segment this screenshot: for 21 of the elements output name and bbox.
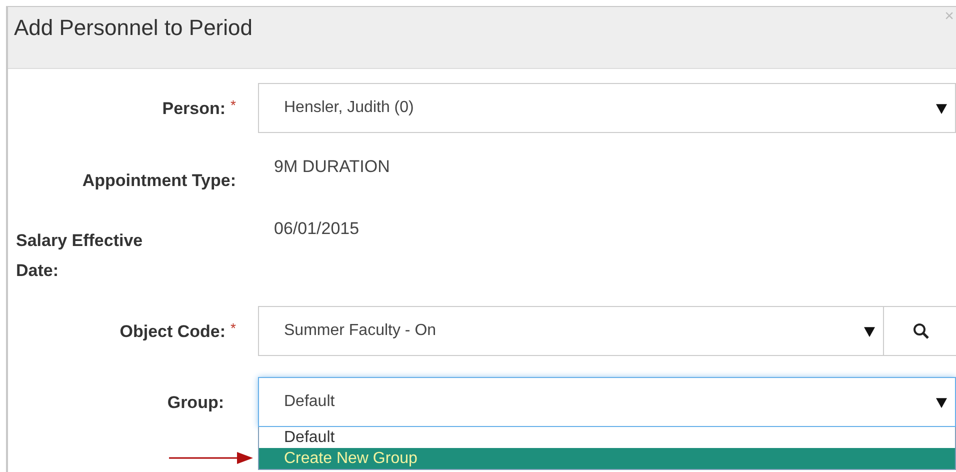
field-value: 9M DURATION <box>274 157 390 176</box>
select-value: Default <box>284 392 335 412</box>
field-label: Salary Effective Date: <box>16 230 144 282</box>
field-label: Object Code: <box>120 321 226 343</box>
caret-icon <box>936 102 947 114</box>
search-icon <box>912 323 928 339</box>
select-field[interactable]: Summer Faculty - On <box>258 306 884 356</box>
search-button[interactable] <box>884 306 956 356</box>
required-marker: * <box>230 318 236 338</box>
select-field[interactable]: Default <box>258 377 956 427</box>
select-field[interactable]: Hensler, Judith (0) <box>258 83 956 133</box>
field-value: 06/01/2015 <box>274 219 360 238</box>
select-value: Hensler, Judith (0) <box>284 98 414 118</box>
required-marker: * <box>230 96 236 114</box>
caret-icon <box>936 396 947 408</box>
dialog-title: Add Personnel to Period <box>14 14 252 42</box>
select-value: Summer Faculty - On <box>284 321 436 341</box>
field-label: Person: <box>162 98 226 120</box>
caret-icon <box>864 326 875 336</box>
field-label: Group: <box>167 392 224 414</box>
field-label: Appointment Type: <box>82 170 236 192</box>
